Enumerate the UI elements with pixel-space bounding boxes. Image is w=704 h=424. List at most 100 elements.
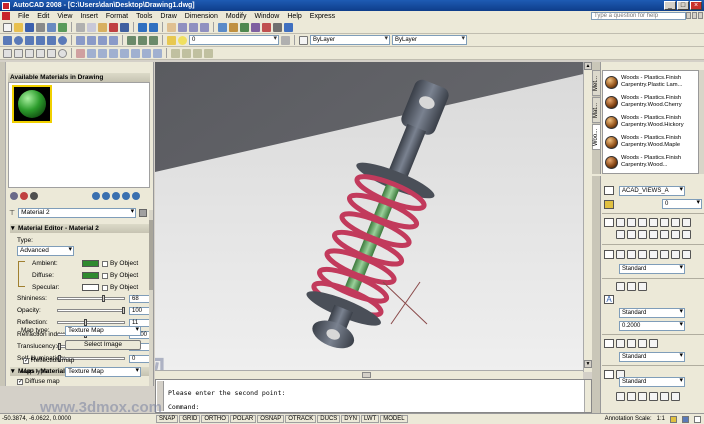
polyline-tool-icon[interactable] [627,218,636,227]
image-icon[interactable] [660,392,669,401]
model-toggle[interactable]: MODEL [380,415,408,423]
layer-properties-icon[interactable] [167,35,176,45]
menu-dimension[interactable]: Dimension [181,13,222,20]
specular-by-object-checkbox[interactable] [102,285,108,291]
erase-tool-icon[interactable] [682,230,691,239]
draw-panel-icon[interactable] [604,218,614,227]
menu-express[interactable]: Express [306,13,339,20]
grid-toggle[interactable]: GRID [179,415,201,423]
close-button[interactable]: × [690,1,702,10]
move-icon[interactable] [131,48,140,58]
intersect-icon[interactable] [149,35,158,45]
block-insert-icon[interactable] [616,392,625,401]
drawing-viewport[interactable]: 夹 西 网 [155,62,592,372]
osnap-toggle[interactable]: OSNAP [257,415,285,423]
available-materials-header[interactable]: Available Materials in Drawing [8,73,150,82]
palette-title-strip[interactable] [0,62,6,386]
radius-dim-icon[interactable] [649,250,658,259]
table-panel-icon[interactable] [604,370,614,379]
sweep-icon[interactable] [98,35,107,45]
list-item[interactable]: Woods - Plastics.Finish Carpentry.Plastic… [603,73,698,91]
otrack-toggle[interactable]: OTRACK [285,415,317,423]
box-icon[interactable] [3,35,12,45]
doc-close-button[interactable] [698,12,703,19]
menu-draw[interactable]: Draw [156,13,180,20]
material-name-input[interactable]: Material 2 [18,208,137,218]
hscroll-thumb[interactable] [362,372,371,378]
create-material-icon[interactable] [92,191,100,200]
doc-restore-button[interactable] [692,12,697,19]
ambient-by-object-checkbox[interactable] [102,261,108,267]
array-icon[interactable] [120,48,129,58]
extend-icon[interactable] [182,48,191,58]
layer-combo[interactable]: 0 [662,199,702,209]
indicate-usage-icon[interactable] [112,191,120,200]
layer-combo[interactable]: 0 [189,35,279,45]
coordinate-readout[interactable]: -50.3874, -6.0622, 0.0000 [0,416,78,422]
scroll-up-icon[interactable]: ▲ [584,62,592,70]
mirror-tool-icon[interactable] [671,230,680,239]
menu-insert[interactable]: Insert [76,13,102,20]
line-tool-icon[interactable] [616,218,625,227]
design-center-icon[interactable] [229,22,238,32]
dim-style-combo[interactable]: Standard [619,264,685,274]
spell-check-icon[interactable] [638,282,647,291]
block-create-icon[interactable] [627,392,636,401]
layer-bulb-icon[interactable] [178,35,187,45]
left-scroll-thumb[interactable] [149,220,153,290]
shininess-slider[interactable] [57,295,125,302]
list-item[interactable]: Woods - Plastics.Finish Carpentry.Wood.Ch… [603,93,698,111]
tab-metals[interactable]: Met... [592,70,601,96]
opacity-value[interactable]: 100 [129,307,151,315]
tab-materials[interactable]: Mat... [592,97,601,123]
copy-tool-icon[interactable] [627,230,636,239]
save-icon[interactable] [25,22,34,32]
zoom-previous-icon[interactable] [200,22,209,32]
color-combo[interactable]: ByLayer [310,35,390,45]
list-item[interactable]: Woods - Plastics.Finish Carpentry.Wood.Hi… [603,113,698,131]
material-editor-header[interactable]: Material Editor - Material 2 [10,224,150,233]
scroll-down-icon[interactable]: ▼ [584,360,592,368]
block-editor-icon[interactable] [120,22,129,32]
offset-icon[interactable] [109,48,118,58]
loft-icon[interactable] [109,35,118,45]
sphere-icon[interactable] [14,35,23,45]
redo-icon[interactable] [149,22,158,32]
properties-icon[interactable] [218,22,227,32]
menu-modify[interactable]: Modify [222,13,251,20]
menu-window[interactable]: Window [250,13,283,20]
ortho-toggle[interactable]: ORTHO [201,415,229,423]
extend-tool-icon[interactable] [649,230,658,239]
open-icon[interactable] [14,22,23,32]
trim-icon[interactable] [171,48,180,58]
match-properties-icon[interactable] [109,22,118,32]
polyline-icon[interactable] [14,48,23,58]
table-style-combo[interactable]: Standard [619,377,685,387]
lock-link-icon[interactable] [18,261,25,287]
arc-tool-icon[interactable] [638,218,647,227]
mleader-icon[interactable] [616,339,625,348]
mtext-icon[interactable] [616,282,625,291]
3d-navigate-icon[interactable] [604,186,614,195]
linetype-combo[interactable]: ByLayer [392,35,467,45]
scale-icon[interactable] [153,48,162,58]
sheet-set-icon[interactable] [251,22,260,32]
angular-dim-icon[interactable] [638,250,647,259]
menu-file[interactable]: File [14,13,33,20]
aligned-dim-icon[interactable] [627,250,636,259]
material-options-icon[interactable] [139,209,148,217]
pan-icon[interactable] [167,22,176,32]
zoom-realtime-icon[interactable] [178,22,187,32]
polygon-icon[interactable] [25,48,34,58]
make-current-icon[interactable] [281,35,290,45]
snap-toggle[interactable]: SNAP [156,415,179,423]
color-icon[interactable] [299,35,308,45]
continue-dim-icon[interactable] [682,250,691,259]
shininess-slider-thumb[interactable] [102,295,105,302]
mleader-style-combo[interactable]: Standard [619,352,685,362]
baseline-dim-icon[interactable] [671,250,680,259]
undo-icon[interactable] [138,22,147,32]
layer-control-icon[interactable] [604,200,614,209]
purge-icon[interactable] [102,191,110,200]
print-icon[interactable] [36,22,45,32]
